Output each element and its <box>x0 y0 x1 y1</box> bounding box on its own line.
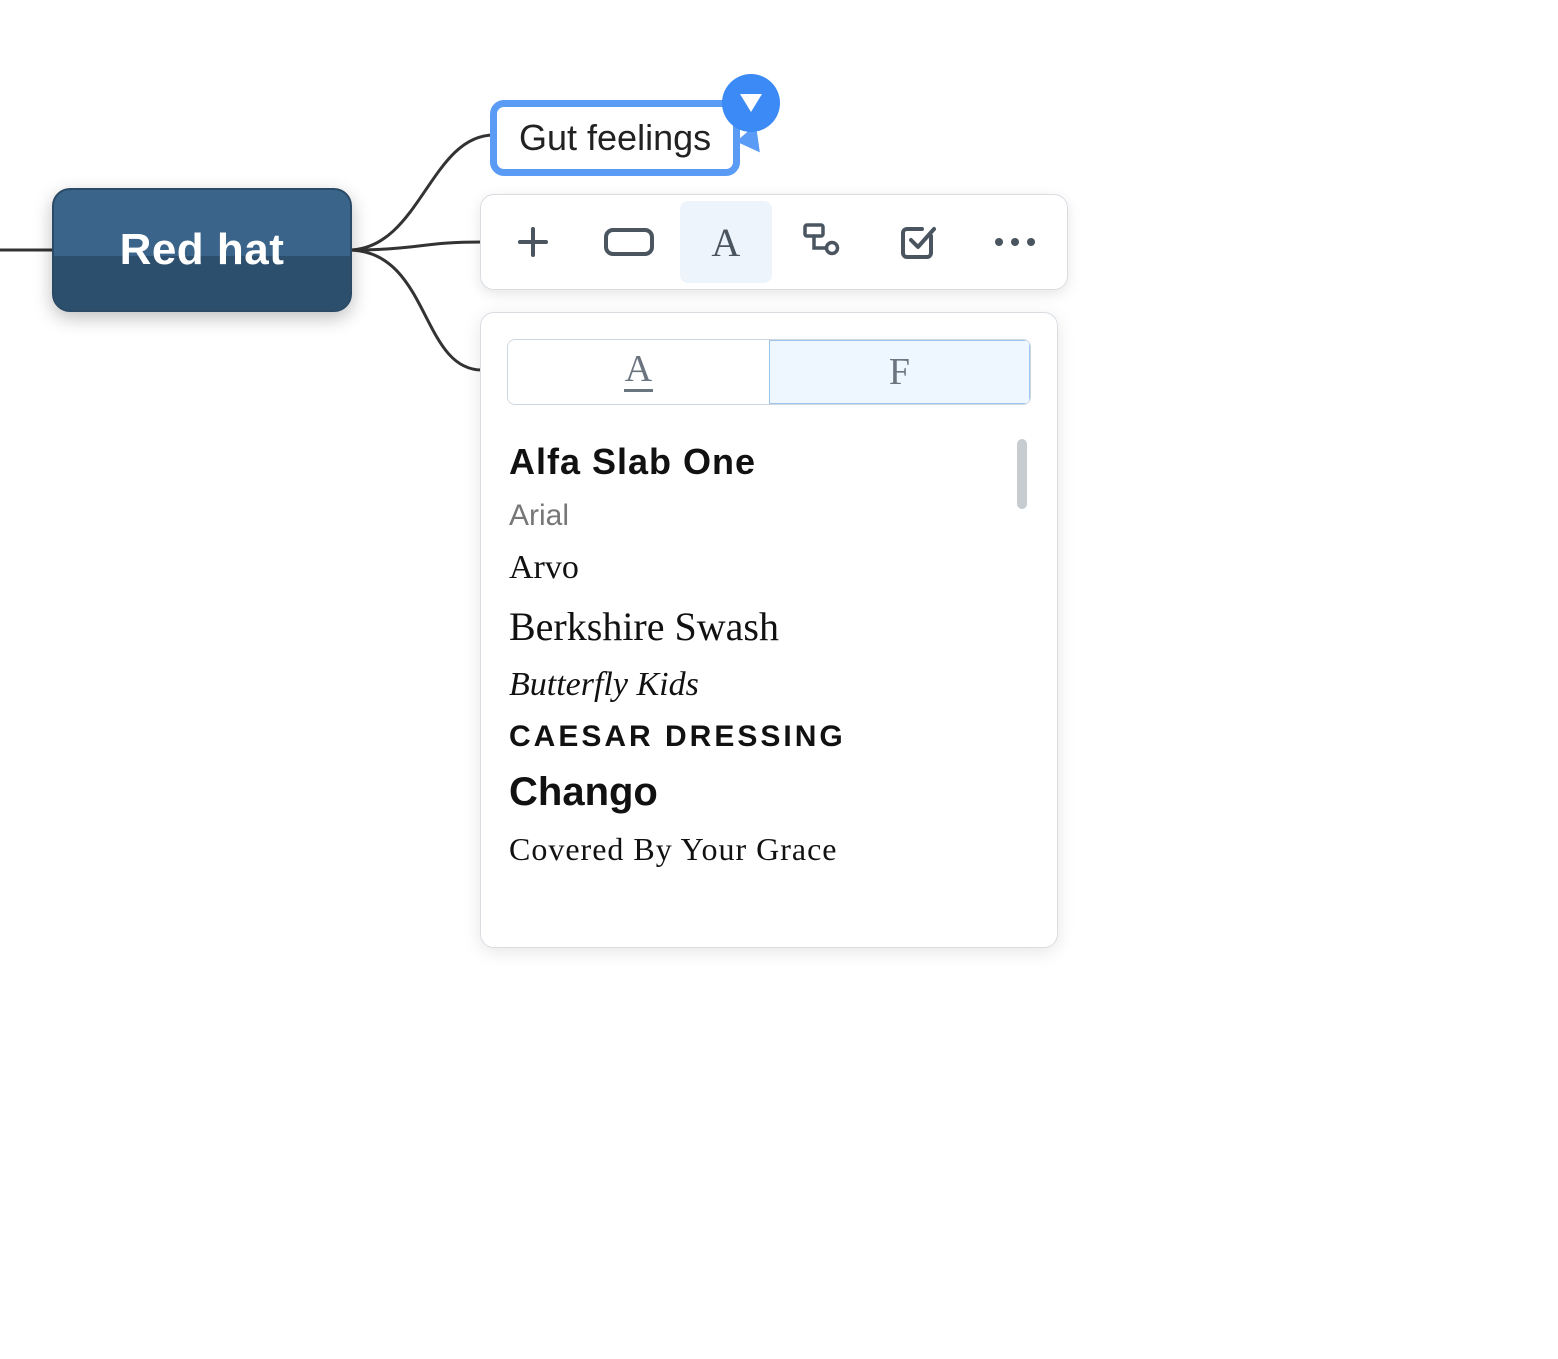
task-button[interactable] <box>872 201 964 283</box>
more-button[interactable] <box>969 201 1061 283</box>
font-panel: A F Alfa Slab One Arial Arvo Berkshire S… <box>480 312 1058 948</box>
plus-icon <box>514 223 552 261</box>
tab-font-family[interactable]: F <box>769 340 1030 404</box>
outline-button[interactable] <box>776 201 868 283</box>
triangle-down-icon <box>738 92 764 114</box>
font-option[interactable]: Arial <box>507 491 1031 541</box>
tab-style-label: A <box>624 352 653 391</box>
font-option[interactable]: Alfa Slab One <box>507 433 1031 491</box>
add-node-button[interactable] <box>487 201 579 283</box>
font-option[interactable]: Berkshire Swash <box>507 595 1031 658</box>
font-option[interactable]: Covered By Your Grace <box>507 823 1031 876</box>
collapse-toggle[interactable] <box>722 74 780 132</box>
font-option-label: Butterfly Kids <box>509 666 699 703</box>
font-option[interactable]: Chango <box>507 762 1031 823</box>
text-a-icon: A <box>711 219 740 266</box>
dots-icon <box>993 236 1037 248</box>
font-option[interactable]: Arvo <box>507 541 1031 595</box>
font-option-label: Berkshire Swash <box>509 604 779 649</box>
node-central-label: Red hat <box>120 225 285 275</box>
font-option-label: Covered By Your Grace <box>509 831 838 867</box>
scrollbar-thumb[interactable] <box>1017 439 1027 509</box>
font-option-label: Arvo <box>509 549 579 586</box>
tab-text-style[interactable]: A <box>508 340 769 404</box>
font-list[interactable]: Alfa Slab One Arial Arvo Berkshire Swash… <box>507 433 1031 933</box>
font-option-label: Chango <box>509 770 658 814</box>
font-panel-tabs: A F <box>507 339 1031 405</box>
mindmap-canvas[interactable]: Red hat Gut feelings A <box>0 0 1558 1359</box>
font-option[interactable]: Butterfly Kids <box>507 658 1031 712</box>
rectangle-icon <box>603 225 655 259</box>
text-style-button[interactable]: A <box>680 201 772 283</box>
font-option-label: Arial <box>509 499 569 532</box>
checkbox-icon <box>898 222 938 262</box>
node-central[interactable]: Red hat <box>52 188 352 312</box>
shape-button[interactable] <box>583 201 675 283</box>
node-child-label: Gut feelings <box>519 117 711 158</box>
outline-icon <box>802 223 842 261</box>
context-toolbar: A <box>480 194 1068 290</box>
font-option-label: Alfa Slab One <box>509 441 756 482</box>
node-child-selected[interactable]: Gut feelings <box>490 100 740 176</box>
font-option-label: CAESAR DRESSING <box>509 720 846 753</box>
font-option[interactable]: CAESAR DRESSING <box>507 712 1031 762</box>
tab-font-label: F <box>889 350 910 394</box>
